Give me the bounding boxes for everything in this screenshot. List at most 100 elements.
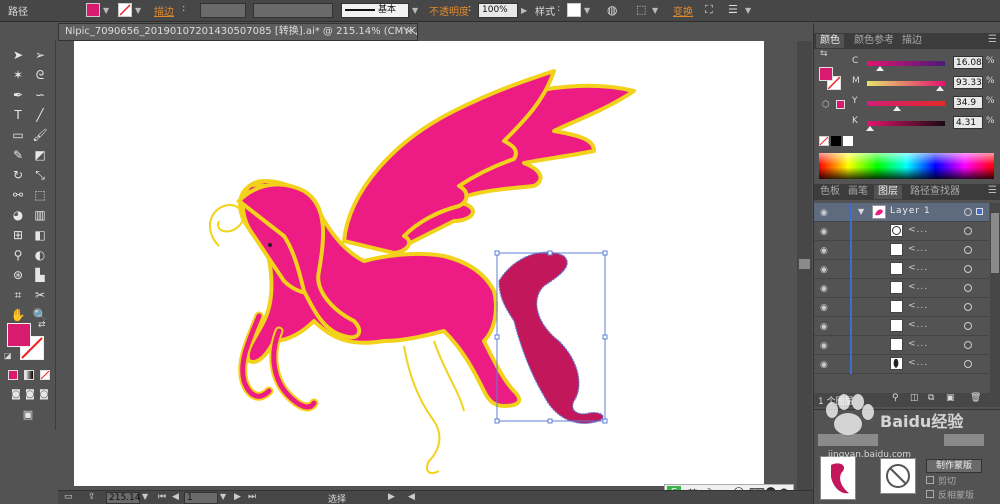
none-color-chip[interactable]: [819, 136, 829, 146]
transparency-opacity-field[interactable]: [944, 434, 984, 446]
eyedropper-icon[interactable]: ⚲: [8, 246, 28, 264]
sublayer-row[interactable]: ◉ <...: [814, 279, 989, 298]
pencil-tool-icon[interactable]: ✎: [8, 146, 28, 164]
shape-builder-icon[interactable]: ◕: [8, 206, 28, 224]
white-color-chip[interactable]: [843, 136, 853, 146]
width-tool-icon[interactable]: ⚯: [8, 186, 28, 204]
symbol-sprayer-icon[interactable]: ⊛: [8, 266, 28, 284]
sublayer-row[interactable]: ◉ <...: [814, 241, 989, 260]
make-mask-button[interactable]: 制作蒙版: [926, 459, 982, 473]
first-artboard-icon[interactable]: ⏮: [158, 492, 166, 502]
black-slider[interactable]: [867, 121, 945, 126]
visibility-eye-icon[interactable]: ◉: [820, 246, 828, 256]
draw-inside-icon[interactable]: ◙: [34, 386, 54, 404]
cyan-slider-knob[interactable]: [876, 66, 884, 71]
sublayer-row[interactable]: ◉ <...: [814, 260, 989, 279]
curvature-tool-icon[interactable]: ∽: [30, 86, 50, 104]
delete-layer-icon[interactable]: 🗑: [970, 393, 981, 403]
sublayer-target-icon[interactable]: [964, 341, 972, 349]
graphic-style-swatch[interactable]: [567, 3, 581, 17]
sublayer-target-icon[interactable]: [964, 360, 972, 368]
brush-style-field[interactable]: 基本: [341, 3, 409, 18]
sublayer-name[interactable]: <...: [908, 339, 928, 349]
next-artboard-icon[interactable]: ▶: [234, 492, 241, 502]
tab-stroke[interactable]: 描边: [898, 34, 926, 48]
sublayer-row[interactable]: ◉ <...: [814, 298, 989, 317]
sublayer-name[interactable]: <...: [908, 282, 928, 292]
sublayer-target-icon[interactable]: [964, 246, 972, 254]
new-sublayer-icon[interactable]: ⧉: [928, 393, 934, 403]
artboard-tool-icon[interactable]: ⌗: [8, 286, 28, 304]
cyan-value[interactable]: 16.08: [953, 56, 983, 69]
mask-thumbnail[interactable]: [880, 458, 916, 494]
visibility-eye-icon[interactable]: ◉: [820, 341, 828, 351]
transform-label[interactable]: 变换: [673, 3, 693, 18]
sublayer-row[interactable]: ◉ <...: [814, 222, 989, 241]
sublayer-target-icon[interactable]: [964, 227, 972, 235]
visibility-eye-icon[interactable]: ◉: [820, 265, 828, 275]
gradient-tool-icon[interactable]: ◧: [30, 226, 50, 244]
tab-swatches[interactable]: 色板: [816, 185, 844, 199]
layers-panel-menu-icon[interactable]: ☰: [988, 185, 997, 196]
sublayer-name[interactable]: <...: [908, 301, 928, 311]
artboard-dropdown-icon[interactable]: ▼: [220, 492, 226, 501]
panel-fill-swatch-front[interactable]: [819, 67, 833, 81]
align-icon[interactable]: ⬚: [636, 3, 646, 16]
visibility-eye-icon[interactable]: ◉: [820, 303, 828, 313]
scale-tool-icon[interactable]: ⤡: [30, 166, 50, 184]
screen-mode-icon[interactable]: ▣: [18, 406, 38, 424]
tab-color-guide[interactable]: 颜色参考: [850, 34, 898, 48]
out-of-gamut-icon[interactable]: ⬡: [822, 100, 830, 110]
close-tab-icon[interactable]: ×: [405, 24, 413, 40]
tab-brushes[interactable]: 画笔: [844, 185, 872, 199]
locate-object-icon[interactable]: ⚲: [892, 393, 899, 403]
direct-selection-tool-icon[interactable]: ➢: [30, 46, 50, 64]
expand-layer-icon[interactable]: ▼: [858, 207, 864, 216]
align-dropdown-icon[interactable]: ▼: [652, 6, 658, 15]
canvas-area[interactable]: [58, 41, 796, 490]
paintbrush-icon[interactable]: 🖌: [30, 126, 50, 144]
layer-selected-indicator[interactable]: [976, 208, 983, 215]
line-tool-icon[interactable]: ╱: [30, 106, 50, 124]
sublayer-name[interactable]: <...: [908, 225, 928, 235]
default-colors-icon[interactable]: ◪: [4, 351, 12, 360]
vertical-scrollbar[interactable]: [797, 41, 812, 490]
swap-colors-icon[interactable]: ⇄: [38, 320, 46, 330]
selection-tool-icon[interactable]: ➤: [8, 46, 28, 64]
black-slider-knob[interactable]: [866, 126, 874, 131]
make-clipping-mask-icon[interactable]: ◫: [910, 393, 919, 403]
rectangle-tool-icon[interactable]: ▭: [8, 126, 28, 144]
prev-artboard-icon[interactable]: ◀: [172, 492, 179, 502]
sublayer-name[interactable]: <...: [908, 320, 928, 330]
black-value[interactable]: 4.31: [953, 116, 983, 129]
visibility-eye-icon[interactable]: ◉: [820, 227, 828, 237]
invert-mask-checkbox[interactable]: [926, 490, 934, 498]
yellow-value[interactable]: 34.9: [953, 96, 983, 109]
style-dropdown-icon[interactable]: ▼: [584, 6, 590, 15]
color-panel-menu-icon[interactable]: ☰: [988, 34, 997, 45]
blend-mode-field[interactable]: [818, 434, 878, 446]
yellow-slider-knob[interactable]: [893, 106, 901, 111]
blend-tool-icon[interactable]: ◐: [30, 246, 50, 264]
sublayer-name[interactable]: <...: [908, 244, 928, 254]
graph-tool-icon[interactable]: ▙: [30, 266, 50, 284]
none-mode-icon[interactable]: [40, 370, 50, 380]
magic-wand-icon[interactable]: ✶: [8, 66, 28, 84]
sublayer-row[interactable]: ◉ <...: [814, 355, 989, 374]
tab-pathfinder[interactable]: 路径查找器: [906, 185, 964, 199]
stroke-dropdown-icon[interactable]: ▼: [135, 6, 141, 15]
artboard[interactable]: [74, 41, 764, 486]
brush-dropdown-icon[interactable]: ▼: [412, 6, 418, 15]
vertical-scrollbar-thumb[interactable]: [799, 259, 810, 269]
artboard-number-field[interactable]: 1: [184, 492, 218, 504]
fill-swatch[interactable]: [86, 3, 100, 17]
layer-row[interactable]: ◉ ▼ Layer 1: [814, 203, 989, 222]
visibility-eye-icon[interactable]: ◉: [820, 360, 828, 370]
variable-width-field[interactable]: [253, 3, 333, 18]
magenta-slider-knob[interactable]: [936, 86, 944, 91]
sublayer-row[interactable]: ◉ <...: [814, 317, 989, 336]
sublayer-target-icon[interactable]: [964, 265, 972, 273]
layer-target-icon[interactable]: [964, 208, 972, 216]
perspective-grid-icon[interactable]: ▥: [30, 206, 50, 224]
visibility-eye-icon[interactable]: ◉: [820, 322, 828, 332]
